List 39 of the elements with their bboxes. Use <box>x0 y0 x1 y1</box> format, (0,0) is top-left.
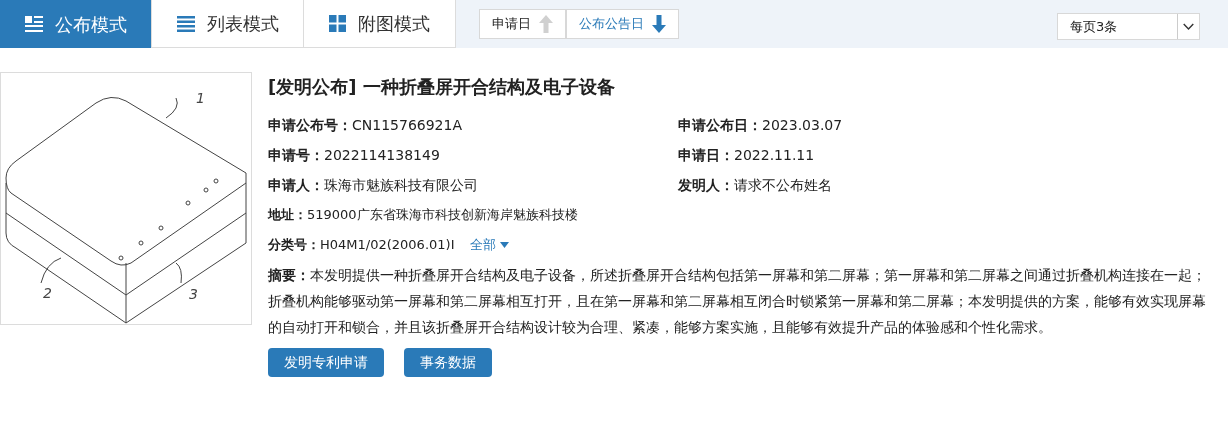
page-size-select[interactable]: 每页3条 <box>1057 13 1200 40</box>
up-arrow-icon <box>539 15 553 33</box>
field-label: 地址： <box>268 206 307 225</box>
reference-numeral: 3 <box>189 286 198 302</box>
field-label: 发明人： <box>678 175 734 195</box>
detail-view-icon <box>24 16 43 32</box>
field-label: 申请人： <box>268 175 324 195</box>
action-button[interactable]: 事务数据 <box>404 348 492 377</box>
field-value: 珠海市魅族科技有限公司 <box>324 175 478 195</box>
field-value: CN115766921A <box>352 115 462 135</box>
view-tab[interactable]: 公布模式 <box>0 0 152 48</box>
abstract-text: 摘要：本发明提供一种折叠屏开合结构及电子设备，所述折叠屏开合结构包括第一屏幕和第二屏幕；第一屏幕和第二屏幕之间通过折叠机构连接在一起；折叠机构能够驱动第一屏幕和第二屏幕相互打开，且在第一屏幕和第二屏幕相互闭合时锁紧第一屏幕和第二屏幕；本发明提供的方案，能够有效实现屏幕的自动打开和锁合，并且该折叠屏开合结构设计较为合理、紧凑，能够方案实施，且能够有效提升产品的体验感和个性化需求。 <box>268 266 1207 337</box>
show-all-link[interactable]: 全部 <box>470 235 510 255</box>
field-value: 2022.11.11 <box>734 145 815 165</box>
leader-line <box>175 262 182 284</box>
down-arrow-icon <box>652 15 666 33</box>
view-tab[interactable]: 附图模式 <box>304 0 456 48</box>
field-value: 519000广东省珠海市科技创新海岸魅族科技楼 <box>307 206 578 225</box>
sort-button[interactable]: 公布公告日 <box>566 9 679 39</box>
reference-numeral: 1 <box>196 90 205 106</box>
list-icon <box>176 15 195 32</box>
sort-button[interactable]: 申请日 <box>479 9 566 39</box>
leader-line <box>165 97 178 119</box>
field-value: 请求不公布姓名 <box>734 175 832 195</box>
patent-title: [发明公布] 一种折叠屏开合结构及电子设备 <box>268 75 616 99</box>
grid-icon <box>329 15 346 32</box>
field-value: 2022114138149 <box>324 145 440 165</box>
field-label: 分类号： <box>268 236 320 255</box>
field-label: 申请公布号： <box>268 115 352 135</box>
view-tab[interactable]: 列表模式 <box>152 0 304 48</box>
action-button[interactable]: 发明专利申请 <box>268 348 384 377</box>
field-label: 申请日： <box>678 145 734 165</box>
field-value: 2023.03.07 <box>762 115 843 135</box>
leader-line <box>40 257 62 284</box>
caret-down-icon <box>500 242 510 248</box>
field-label: 申请号： <box>268 145 324 165</box>
field-label: 申请公布日： <box>678 115 762 135</box>
field-value: H04M1/02(2006.01)I <box>320 236 455 255</box>
reference-numeral: 2 <box>43 285 52 301</box>
